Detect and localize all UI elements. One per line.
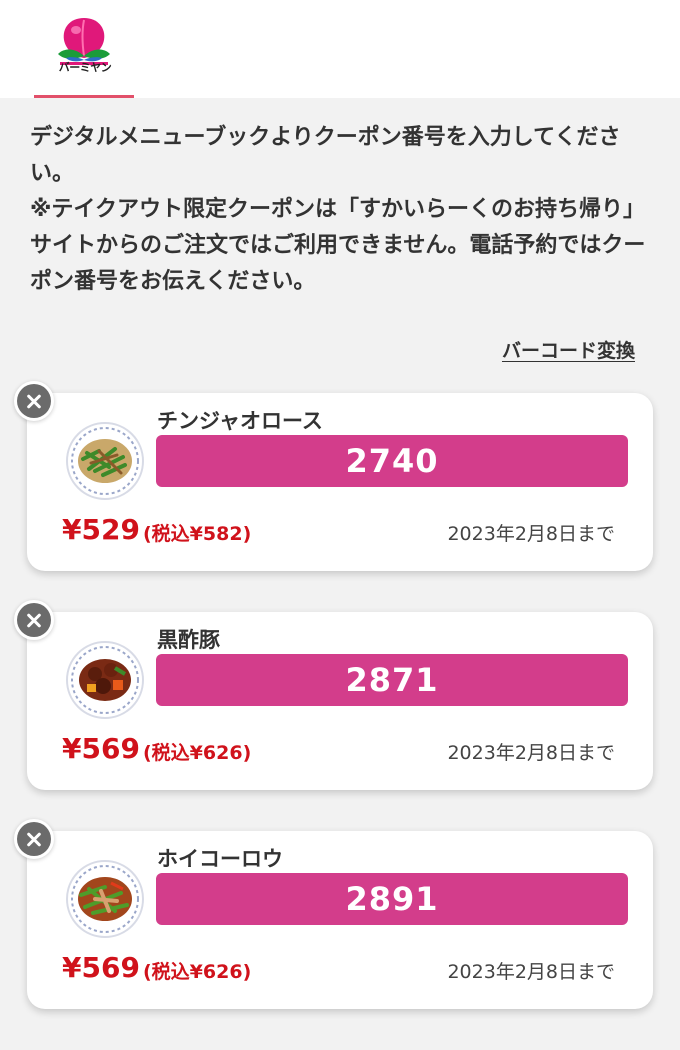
close-icon xyxy=(17,603,51,637)
active-tab-indicator xyxy=(34,95,134,98)
close-icon xyxy=(17,384,51,418)
coupon-code: 2740 xyxy=(156,435,628,487)
coupon-price: ¥529 xyxy=(62,513,140,546)
notice-line-1: デジタルメニューブックよりクーポン番号を入力してください。 xyxy=(30,125,621,186)
coupon-item-name: チンジャオロース xyxy=(157,409,323,433)
coupon-item-name: 黒酢豚 xyxy=(157,628,220,652)
logo-text: バーミヤン xyxy=(58,61,112,74)
close-icon xyxy=(17,822,51,856)
coupon-code: 2891 xyxy=(156,873,628,925)
app-header: バーミヤン xyxy=(0,0,680,98)
coupon-tax-price: (税込¥582) xyxy=(143,523,252,545)
close-coupon-button[interactable] xyxy=(14,819,54,859)
dish-image-icon xyxy=(66,860,144,938)
coupon-code: 2871 xyxy=(156,654,628,706)
coupon-card: 黒酢豚 2871 ¥569 (税込¥626) 2023年2月8日まで xyxy=(27,612,653,790)
coupon-tax-price: (税込¥626) xyxy=(143,742,252,764)
barcode-convert-link[interactable]: バーコード変換 xyxy=(502,336,635,363)
notice-line-2: ※テイクアウト限定クーポンは「すかいらーくのお持ち帰り」サイトからのご注文ではご… xyxy=(30,197,646,294)
dish-image-icon xyxy=(66,641,144,719)
coupon-card: チンジャオロース 2740 ¥529 (税込¥582) 2023年2月8日まで xyxy=(27,393,653,571)
dish-image-icon xyxy=(66,422,144,500)
coupon-item-name: ホイコーロウ xyxy=(157,847,283,871)
coupon-price: ¥569 xyxy=(62,951,140,984)
coupon-expiry: 2023年2月8日まで xyxy=(447,961,615,983)
coupon-expiry: 2023年2月8日まで xyxy=(447,742,615,764)
coupon-price: ¥569 xyxy=(62,732,140,765)
coupon-tax-price: (税込¥626) xyxy=(143,961,252,983)
close-coupon-button[interactable] xyxy=(14,600,54,640)
coupon-expiry: 2023年2月8日まで xyxy=(447,523,615,545)
close-coupon-button[interactable] xyxy=(14,381,54,421)
coupon-card: ホイコーロウ 2891 ¥569 (税込¥626) 2023年2月8日まで xyxy=(27,831,653,1009)
coupon-notice: デジタルメニューブックよりクーポン番号を入力してください。 ※テイクアウト限定ク… xyxy=(30,120,650,300)
